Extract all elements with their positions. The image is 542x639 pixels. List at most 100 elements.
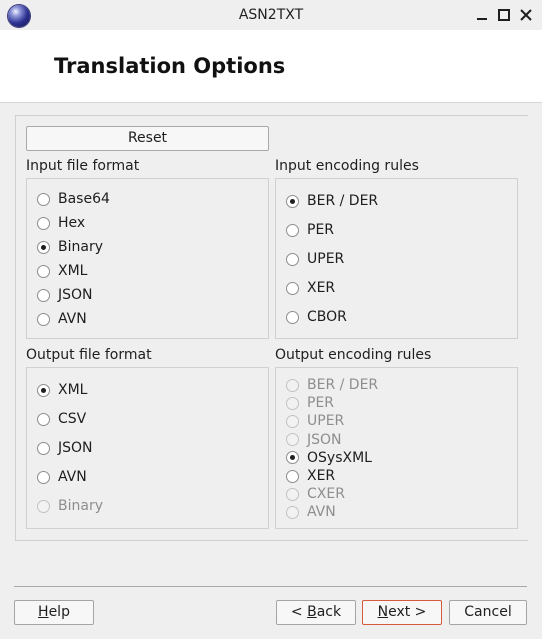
radio-label: JSON (307, 431, 342, 448)
output-encoding-rules-label: Output encoding rules (275, 347, 432, 363)
radio-label: JSON (58, 440, 93, 456)
input-encoding-rules-option-uper[interactable]: UPER (286, 249, 344, 269)
output-file-format-group: XML CSV JSON AVN Binary (26, 367, 269, 529)
radio-label: PER (307, 395, 335, 412)
radio-button (286, 396, 299, 410)
radio-label: BER / DER (307, 377, 379, 393)
page-title: Translation Options (54, 54, 286, 78)
reset-button[interactable]: Reset (26, 126, 269, 151)
close-icon[interactable] (517, 6, 535, 24)
output-file-format-option-binary: Binary (37, 496, 103, 516)
radio-label: XER (307, 280, 336, 296)
output-file-format-option-csv[interactable]: CSV (37, 409, 86, 429)
radio-button[interactable] (37, 264, 50, 278)
radio-label: AVN (307, 504, 336, 521)
input-file-format-option-binary[interactable]: Binary (37, 237, 103, 257)
next-label-rest: ext > (388, 604, 427, 620)
radio-label: BER / DER (307, 193, 379, 209)
input-file-format-option-xml[interactable]: XML (37, 261, 87, 281)
output-encoding-rules-option-cxer: CXER (286, 484, 345, 504)
output-file-format-label: Output file format (26, 347, 152, 363)
radio-button (286, 414, 299, 428)
wizard-header: Translation Options (0, 30, 542, 103)
back-label-rest: ack (316, 604, 342, 620)
radio-button[interactable] (37, 441, 50, 455)
radio-button[interactable] (37, 216, 50, 230)
output-encoding-rules-group: BER / DER PER UPER JSON OSysXML XER CXER AVN (275, 367, 518, 529)
radio-label: AVN (58, 311, 87, 327)
input-encoding-rules-group: BER / DER PER UPER XER CBOR (275, 178, 518, 339)
help-label-rest: elp (48, 604, 70, 620)
radio-label: UPER (307, 413, 345, 430)
radio-label: PER (307, 222, 335, 238)
input-file-format-group: Base64 Hex Binary XML JSON AVN (26, 178, 269, 339)
output-file-format-option-json[interactable]: JSON (37, 438, 93, 458)
radio-button[interactable] (286, 223, 299, 237)
output-encoding-rules-option-xer[interactable]: XER (286, 466, 335, 486)
radio-button[interactable] (37, 412, 50, 426)
output-encoding-rules-option-ber-der: BER / DER (286, 375, 378, 395)
window-title: ASN2TXT (238, 7, 304, 23)
radio-label: Binary (58, 498, 103, 514)
help-button[interactable]: Help (14, 600, 94, 625)
back-mnemonic: B (307, 604, 317, 620)
radio-label: Base64 (58, 191, 110, 207)
radio-button[interactable] (286, 281, 299, 295)
cancel-button[interactable]: Cancel (449, 600, 527, 625)
radio-button[interactable] (37, 383, 50, 397)
output-encoding-rules-option-per: PER (286, 393, 334, 413)
input-encoding-rules-option-cbor[interactable]: CBOR (286, 307, 347, 327)
input-file-format-option-avn[interactable]: AVN (37, 309, 87, 329)
radio-label: Hex (58, 215, 86, 231)
input-file-format-option-json[interactable]: JSON (37, 285, 93, 305)
output-file-format-option-xml[interactable]: XML (37, 380, 87, 400)
radio-label: XER (307, 468, 336, 484)
radio-button (37, 499, 50, 513)
radio-button[interactable] (286, 252, 299, 266)
radio-button (286, 378, 299, 392)
input-file-format-option-hex[interactable]: Hex (37, 213, 85, 233)
radio-button[interactable] (286, 469, 299, 483)
output-encoding-rules-option-uper: UPER (286, 411, 344, 431)
radio-button (286, 487, 299, 501)
radio-label: CBOR (307, 309, 347, 325)
radio-label: XML (58, 263, 88, 279)
radio-button[interactable] (286, 194, 299, 208)
radio-button[interactable] (286, 310, 299, 324)
input-encoding-rules-option-per[interactable]: PER (286, 220, 334, 240)
radio-label: XML (58, 382, 88, 398)
radio-button[interactable] (37, 470, 50, 484)
minimize-icon[interactable] (473, 6, 491, 24)
back-prefix: < (290, 604, 308, 620)
output-file-format-option-avn[interactable]: AVN (37, 467, 87, 487)
radio-label: AVN (58, 469, 87, 485)
radio-button[interactable] (37, 312, 50, 326)
next-mnemonic: N (377, 604, 389, 620)
output-encoding-rules-option-osysxml[interactable]: OSysXML (286, 448, 372, 468)
radio-label: CXER (307, 486, 345, 503)
radio-label: CSV (58, 411, 87, 427)
radio-label: JSON (58, 287, 93, 303)
footer-separator (14, 586, 527, 587)
radio-button (286, 433, 299, 447)
radio-button (286, 505, 299, 519)
radio-button[interactable] (37, 240, 50, 254)
radio-button[interactable] (37, 288, 50, 302)
input-file-format-label: Input file format (26, 158, 140, 174)
output-encoding-rules-option-json: JSON (286, 430, 342, 450)
title-bar: ASN2TXT (0, 0, 542, 30)
radio-button[interactable] (286, 451, 299, 465)
input-encoding-rules-label: Input encoding rules (275, 158, 419, 174)
radio-label: Binary (58, 239, 103, 255)
input-file-format-option-base64[interactable]: Base64 (37, 189, 110, 209)
input-encoding-rules-option-xer[interactable]: XER (286, 278, 335, 298)
back-button[interactable]: < Back (276, 600, 356, 625)
radio-button[interactable] (37, 192, 50, 206)
maximize-icon[interactable] (495, 6, 513, 24)
radio-label: OSysXML (307, 449, 372, 466)
radio-label: UPER (307, 251, 345, 267)
output-encoding-rules-option-avn: AVN (286, 502, 336, 522)
help-mnemonic: H (38, 604, 49, 620)
input-encoding-rules-option-ber-der[interactable]: BER / DER (286, 191, 378, 211)
next-button[interactable]: Next > (362, 600, 442, 625)
